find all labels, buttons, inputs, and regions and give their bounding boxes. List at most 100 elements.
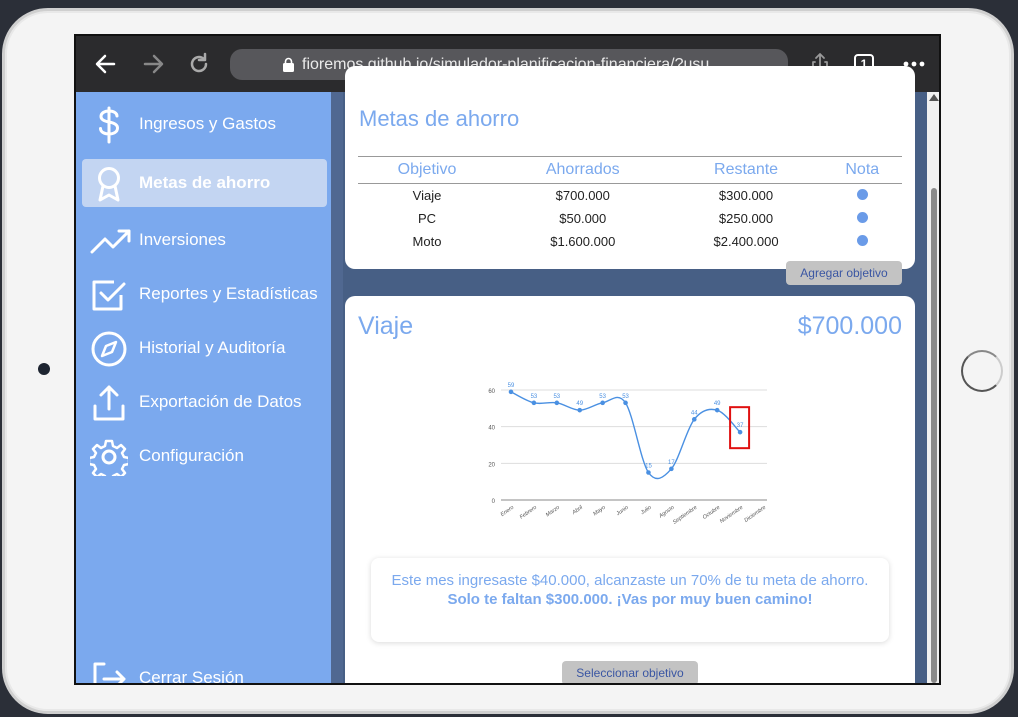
data-point (714, 407, 720, 413)
goals-table: Objetivo Ahorrados Restante Nota Viaje $… (358, 156, 902, 253)
logout-button[interactable]: Cerrar Sesión (82, 654, 327, 685)
x-tick-label: Noviembre (719, 505, 744, 525)
note-dot-icon[interactable] (856, 211, 868, 223)
data-label: 59 (508, 383, 515, 389)
sidebar-item-inversiones[interactable]: Inversiones (82, 216, 327, 264)
data-label: 53 (553, 394, 560, 400)
content-divider (331, 92, 343, 683)
table-row[interactable]: Moto $1.600.000 $2.400.000 (358, 230, 902, 253)
cell-restante: $250.000 (718, 210, 774, 226)
data-label: 49 (576, 401, 583, 407)
message-line1: Este mes ingresaste $40.000, alcanzaste … (391, 572, 869, 589)
data-point (691, 417, 697, 422)
data-point (508, 389, 514, 395)
cell-ahorrados: $50.000 (559, 210, 607, 226)
y-tick-label: 60 (488, 389, 495, 395)
scroll-up-icon[interactable] (929, 94, 939, 101)
note-dot-icon[interactable] (856, 234, 868, 246)
goals-card: Metas de ahorro Objetivo Ahorrados Resta… (345, 66, 915, 285)
sidebar: Ingresos y Gastos Metas de ahorro Invers… (76, 92, 331, 685)
data-point (554, 400, 560, 406)
screen: fioremos.github.io/simulador-planificaci… (74, 34, 941, 685)
col-objetivo: Objetivo (358, 156, 496, 184)
sidebar-item-historial[interactable]: Historial y Auditoría (82, 324, 327, 372)
scrollbar[interactable] (927, 92, 939, 683)
x-tick-label: Febrero (519, 505, 538, 521)
select-goal-button[interactable]: Seleccionar objetivo (562, 661, 698, 683)
sidebar-item-label: Reportes y Estadísticas (139, 284, 318, 303)
data-point (577, 407, 583, 413)
sidebar-item-label: Historial y Auditoría (139, 338, 286, 357)
sidebar-item-configuracion[interactable]: Configuración (82, 432, 327, 480)
data-point (600, 400, 605, 406)
sidebar-item-label: Configuración (139, 446, 244, 465)
data-label: 15 (645, 464, 652, 470)
sidebar-item-label: Metas de ahorro (139, 173, 271, 192)
sidebar-item-ingresos[interactable]: Ingresos y Gastos (82, 100, 327, 148)
home-button[interactable] (961, 350, 1003, 392)
back-icon[interactable] (92, 50, 120, 78)
cell-nota[interactable] (823, 207, 902, 230)
savings-line-chart: 0 20 40 60 Enero Febrero Marzo Abril Mayo Junio Ju… (488, 383, 767, 526)
sidebar-item-label: Exportación de Datos (139, 392, 302, 411)
data-label: 17 (668, 460, 675, 466)
goal-name: Viaje (358, 312, 414, 340)
data-label: 53 (531, 394, 538, 400)
cell-restante: $300.000 (718, 187, 774, 203)
data-point (669, 466, 674, 472)
progress-message: Este mes ingresaste $40.000, alcanzaste … (371, 558, 889, 642)
logout-icon (93, 662, 126, 683)
sidebar-item-metas[interactable]: Metas de ahorro (82, 159, 327, 207)
data-point (737, 429, 743, 435)
sidebar-item-exportacion[interactable]: Exportación de Datos (82, 378, 327, 426)
x-tick-label: Abril (571, 504, 585, 516)
data-point (646, 470, 651, 475)
scrollbar-thumb[interactable] (931, 188, 937, 683)
y-tick-label: 20 (488, 462, 495, 468)
checkbox-icon (92, 280, 126, 311)
col-ahorrados: Ahorrados (496, 156, 670, 184)
cell-objetivo: Viaje (412, 187, 442, 203)
data-point (623, 400, 628, 406)
ribbon-icon (98, 167, 120, 202)
cell-nota[interactable] (823, 230, 902, 253)
message-line2: Solo te faltan $300.000. ¡Vas por muy bu… (447, 591, 813, 608)
data-label: 49 (714, 401, 721, 407)
data-label: 53 (599, 394, 606, 400)
gear-icon (90, 439, 128, 476)
add-goal-button[interactable]: Agregar objetivo (786, 261, 902, 285)
cell-objetivo: Moto (412, 233, 442, 249)
table-row[interactable]: PC $50.000 $250.000 (358, 207, 902, 230)
data-point (531, 400, 537, 406)
y-tick-label: 0 (492, 499, 496, 505)
cell-restante: $2.400.000 (713, 233, 779, 249)
dollar-icon (99, 106, 120, 144)
lock-icon (283, 57, 294, 72)
cell-ahorrados: $700.000 (555, 187, 610, 203)
sidebar-item-label: Ingresos y Gastos (139, 114, 277, 133)
x-tick-label: Marzo (545, 505, 561, 519)
trending-up-icon (90, 229, 131, 254)
x-tick-label: Julio (639, 505, 653, 517)
cell-ahorrados: $1.600.000 (550, 233, 616, 249)
cell-nota[interactable] (823, 184, 902, 207)
goals-card-title: Metas de ahorro (359, 106, 520, 131)
reload-icon[interactable] (185, 50, 213, 78)
sidebar-item-reportes[interactable]: Reportes y Estadísticas (82, 270, 327, 318)
table-header-row: Objetivo Ahorrados Restante Nota (358, 156, 902, 184)
x-tick-label: Octubre (702, 505, 721, 521)
data-label: 37 (737, 423, 744, 429)
goal-amount: $700.000 (797, 312, 902, 340)
x-tick-label: Diciembre (743, 505, 767, 524)
upload-icon (93, 385, 125, 421)
note-dot-icon[interactable] (856, 188, 868, 200)
forward-icon[interactable] (139, 50, 167, 78)
x-tick-label: Enero (500, 505, 515, 518)
x-tick-label: Mayo (592, 505, 606, 518)
logout-label: Cerrar Sesión (139, 668, 244, 685)
x-tick-label: Junio (615, 505, 630, 518)
table-row[interactable]: Viaje $700.000 $300.000 (358, 184, 902, 207)
col-nota: Nota (822, 156, 902, 184)
camera (38, 363, 50, 375)
col-restante: Restante (669, 156, 823, 184)
